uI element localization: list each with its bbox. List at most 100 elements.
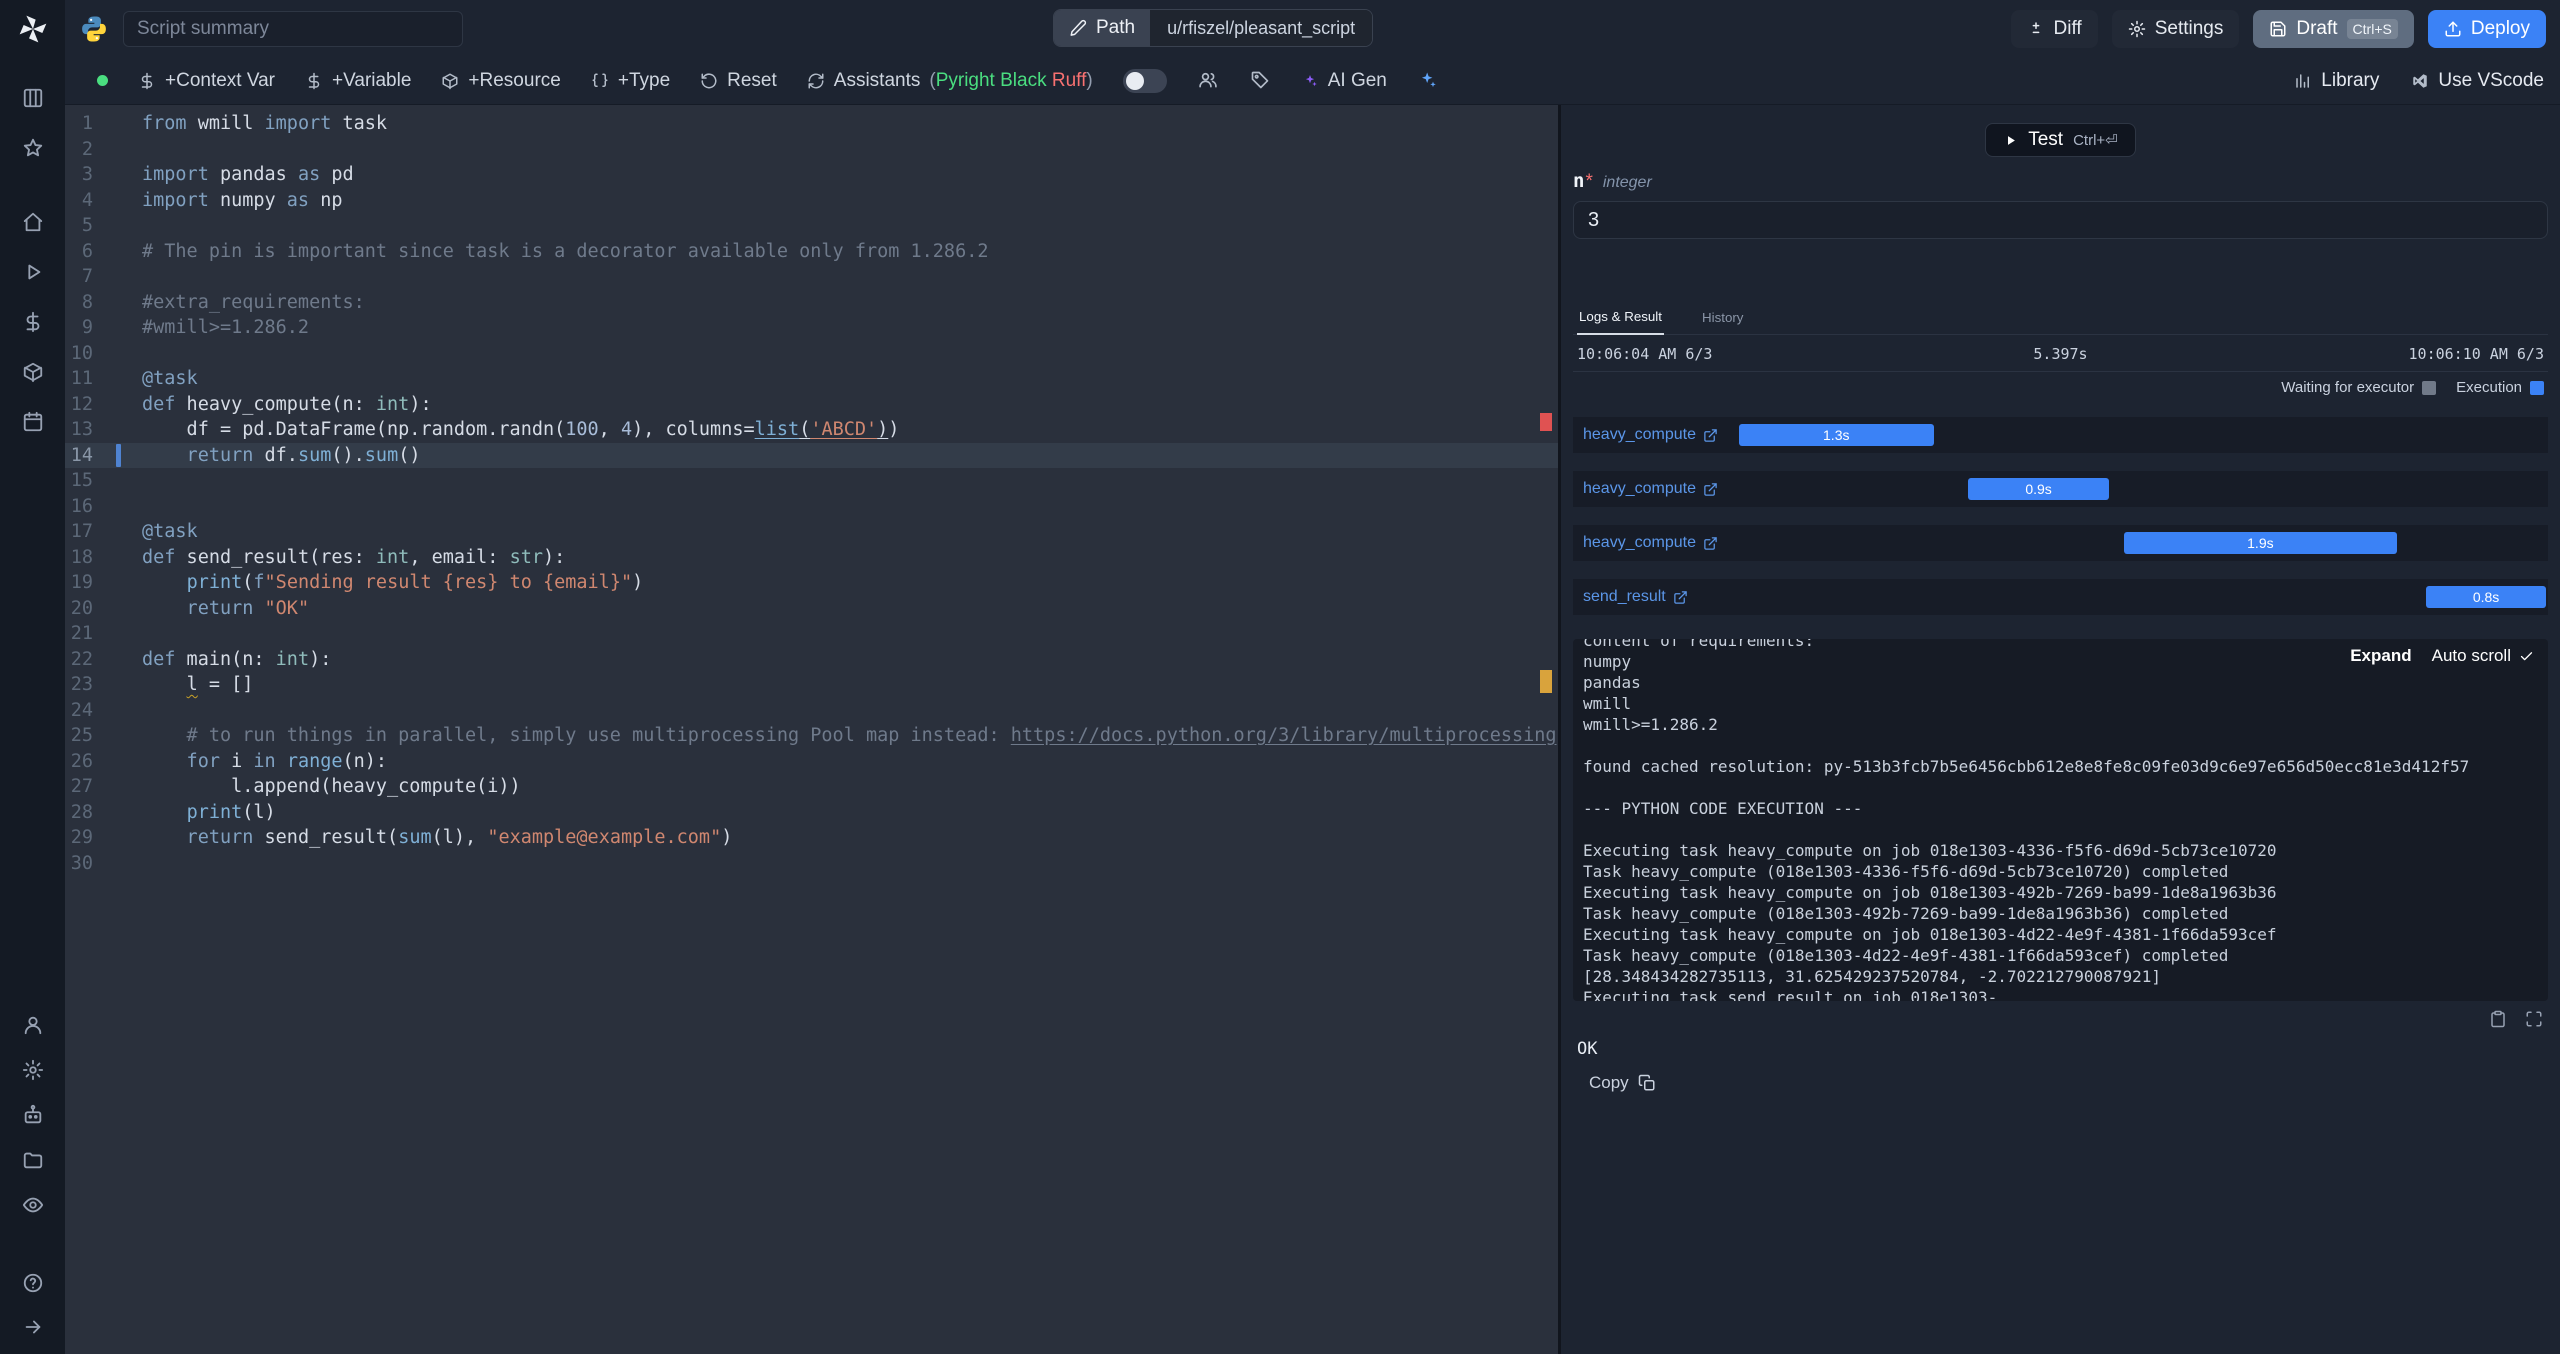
add-context-var-button[interactable]: +Context Var — [138, 70, 275, 92]
tab-history[interactable]: History — [1700, 303, 1745, 334]
sidebar-schedules-icon[interactable] — [22, 411, 44, 433]
refresh-icon — [807, 72, 825, 90]
content-area: 1 from wmill import task 2 3 import pandas a… — [65, 105, 2560, 1354]
use-vscode-button[interactable]: Use VScode — [2411, 70, 2544, 92]
diff-button[interactable]: Diff — [2010, 9, 2098, 48]
sidebar-home-icon[interactable] — [22, 211, 44, 233]
autoscroll-toggle[interactable]: Auto scroll — [2432, 646, 2534, 666]
sidebar-folders-icon[interactable] — [22, 1149, 44, 1171]
sidebar-user-icon[interactable] — [22, 1014, 44, 1036]
sidebar-audit-icon[interactable] — [22, 1194, 44, 1216]
path-button[interactable]: Path — [1054, 10, 1151, 46]
code-line[interactable]: 15 — [65, 468, 1558, 494]
sidebar-gear-icon[interactable] — [22, 1059, 44, 1081]
copy-logs-button[interactable] — [2488, 1010, 2508, 1030]
glyph-margin — [93, 851, 142, 877]
glyph-margin — [93, 111, 142, 137]
code-line[interactable]: 20 return "OK" — [65, 596, 1558, 622]
arg-n-input[interactable] — [1573, 201, 2548, 239]
glyph-margin — [93, 621, 142, 647]
job-duration-bar[interactable]: 1.9s — [2123, 532, 2397, 554]
legend-waiting: Waiting for executor — [2281, 379, 2437, 396]
job-link[interactable]: heavy_compute — [1583, 534, 1718, 552]
code-line[interactable]: 27 l.append(heavy_compute(i)) — [65, 774, 1558, 800]
sidebar-collapse-icon[interactable] — [22, 1316, 44, 1338]
job-duration-bar[interactable]: 0.8s — [2426, 586, 2547, 608]
code-line[interactable]: 12 def heavy_compute(n: int): — [65, 392, 1558, 418]
code-line[interactable]: 26 for i in range(n): — [65, 749, 1558, 775]
add-type-button[interactable]: +Type — [591, 70, 670, 92]
code-line[interactable]: 19 print(f"Sending result {res} to {emai… — [65, 570, 1558, 596]
assistants-button[interactable]: Assistants (Pyright Black Ruff) — [807, 70, 1093, 92]
code-line[interactable]: 3 import pandas as pd — [65, 162, 1558, 188]
sidebar-workers-icon[interactable] — [22, 1104, 44, 1126]
code-line[interactable]: 28 print(l) — [65, 800, 1558, 826]
add-resource-button[interactable]: +Resource — [441, 70, 561, 92]
code-editor[interactable]: 1 from wmill import task 2 3 import pandas a… — [65, 105, 1558, 1354]
code-line[interactable]: 16 — [65, 494, 1558, 520]
job-duration-bar[interactable]: 0.9s — [1967, 478, 2110, 500]
code-line[interactable]: 1 from wmill import task — [65, 111, 1558, 137]
code-line[interactable]: 14 return df.sum().sum() — [65, 442, 1558, 468]
code-line[interactable]: 24 — [65, 698, 1558, 724]
job-link[interactable]: send_result — [1583, 588, 1688, 606]
code-text: return send_result(sum(l), "example@exam… — [142, 827, 733, 848]
sidebar-help-icon[interactable] — [22, 1272, 44, 1294]
script-path-value[interactable]: u/rfiszel/pleasant_script — [1150, 10, 1373, 46]
code-line[interactable]: 25 # to run things in parallel, simply u… — [65, 723, 1558, 749]
code-line[interactable]: 22 def main(n: int): — [65, 647, 1558, 673]
job-duration-bar[interactable]: 1.3s — [1738, 424, 1934, 446]
sidebar-variables-icon[interactable] — [22, 311, 44, 333]
library-button[interactable]: Library — [2294, 70, 2379, 92]
tag-button[interactable] — [1249, 70, 1271, 92]
sidebar-star-icon[interactable] — [22, 137, 44, 159]
collaborators-button[interactable] — [1197, 70, 1219, 92]
users-icon — [1198, 70, 1218, 90]
logs-console[interactable]: content of requirements: numpy pandas wm… — [1573, 639, 2548, 1001]
windmill-logo[interactable] — [17, 13, 49, 45]
code-line[interactable]: 4 import numpy as np — [65, 188, 1558, 214]
code-text: @task — [142, 368, 198, 389]
toggle-knob — [1125, 71, 1144, 90]
job-row: heavy_compute 0.9s — [1573, 471, 2548, 507]
ai-suggestions-button[interactable] — [1417, 70, 1439, 92]
diff-mode-toggle[interactable] — [1122, 68, 1167, 93]
code-line[interactable]: 2 — [65, 137, 1558, 163]
glyph-margin — [93, 264, 142, 290]
ai-gen-button[interactable]: AI Gen — [1301, 70, 1387, 92]
code-line[interactable]: 8 #extra_requirements: — [65, 290, 1558, 316]
tab-logs-result[interactable]: Logs & Result — [1577, 303, 1664, 335]
code-line[interactable]: 10 — [65, 341, 1558, 367]
glyph-margin — [93, 672, 142, 698]
logs-output[interactable]: content of requirements: numpy pandas wm… — [1583, 639, 2538, 1001]
code-line[interactable]: 21 — [65, 621, 1558, 647]
deploy-button[interactable]: Deploy — [2427, 9, 2546, 48]
settings-button[interactable]: Settings — [2111, 9, 2240, 48]
code-line[interactable]: 17 @task — [65, 519, 1558, 545]
code-line[interactable]: 5 — [65, 213, 1558, 239]
fullscreen-logs-button[interactable] — [2524, 1010, 2544, 1030]
execution-swatch — [2530, 380, 2544, 395]
code-line[interactable]: 13 df = pd.DataFrame(np.random.randn(100… — [65, 417, 1558, 443]
script-summary-input[interactable] — [123, 10, 463, 47]
expand-button[interactable]: Expand — [2350, 646, 2411, 666]
draft-button[interactable]: Draft Ctrl+S — [2253, 9, 2414, 48]
code-line[interactable]: 29 return send_result(sum(l), "example@e… — [65, 825, 1558, 851]
code-line[interactable]: 23 l = [] — [65, 672, 1558, 698]
code-line[interactable]: 6 # The pin is important since task is a … — [65, 239, 1558, 265]
code-line[interactable]: 9 #wmill>=1.286.2 — [65, 315, 1558, 341]
test-button[interactable]: Test Ctrl+⏎ — [1985, 123, 2136, 157]
copy-result-button[interactable]: Copy — [1573, 1073, 1656, 1093]
variable-label: +Variable — [332, 69, 412, 91]
code-line[interactable]: 11 @task — [65, 366, 1558, 392]
reset-button[interactable]: Reset — [700, 70, 777, 92]
code-line[interactable]: 7 — [65, 264, 1558, 290]
job-link[interactable]: heavy_compute — [1583, 480, 1718, 498]
code-line[interactable]: 18 def send_result(res: int, email: str): — [65, 545, 1558, 571]
sidebar-resources-icon[interactable] — [22, 361, 44, 383]
add-variable-button[interactable]: +Variable — [305, 70, 411, 92]
sidebar-runs-icon[interactable] — [22, 261, 44, 283]
job-link[interactable]: heavy_compute — [1583, 426, 1718, 444]
sidebar-apps-icon[interactable] — [22, 87, 44, 109]
code-line[interactable]: 30 — [65, 851, 1558, 877]
